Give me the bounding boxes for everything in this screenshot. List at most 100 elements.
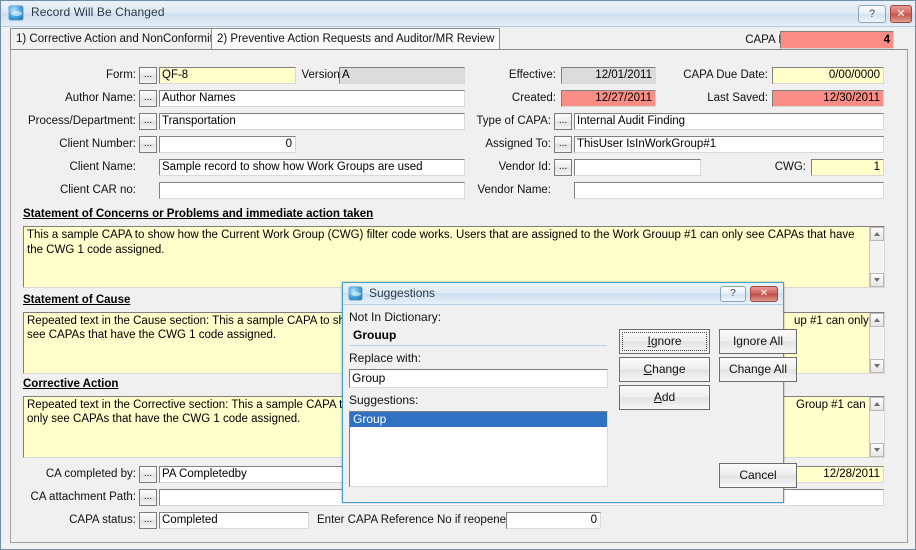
divider <box>349 345 607 346</box>
capa-status-label: CAPA status: <box>51 514 136 526</box>
scroll-up-icon[interactable] <box>870 227 884 241</box>
tab-corrective-action[interactable]: 1) Corrective Action and NonConformity <box>10 28 225 50</box>
scroll-down-icon[interactable] <box>870 273 884 287</box>
statement-of-concerns-textarea[interactable]: This a sample CAPA to show how the Curre… <box>23 226 885 288</box>
suggestions-title-bar: Suggestions ? ✕ <box>343 283 783 305</box>
window-title: Record Will Be Changed <box>31 5 165 19</box>
cwg-field[interactable]: 1 <box>811 159 884 176</box>
author-browse-button[interactable]: ... <box>139 90 157 107</box>
effective-date-field: 12/01/2011 <box>561 67 656 84</box>
form-browse-button[interactable]: ... <box>139 67 157 84</box>
cause-scrollbar[interactable] <box>869 313 884 373</box>
client-car-no-field[interactable] <box>159 182 465 199</box>
app-globe-icon <box>8 5 24 21</box>
client-number-field[interactable]: 0 <box>159 136 296 153</box>
effective-label: Effective: <box>481 69 556 81</box>
record-will-be-changed-window: Record Will Be Changed ? ✕ 1) Corrective… <box>0 0 916 550</box>
version-field: A <box>339 67 465 84</box>
client-name-field[interactable]: Sample record to show how Work Groups ar… <box>159 159 465 176</box>
tab-preventive-action[interactable]: 2) Preventive Action Requests and Audito… <box>211 28 500 50</box>
process-department-label: Process/Department: <box>21 115 136 127</box>
client-number-label: Client Number: <box>51 138 136 150</box>
vendor-id-label: Vendor Id: <box>466 161 551 173</box>
ca-attachment-browse-button[interactable]: ... <box>139 489 157 506</box>
cause-text-line1-left: Repeated text in the Cause section: This… <box>27 314 369 329</box>
author-name-field[interactable]: Author Names <box>159 90 465 107</box>
replace-with-input[interactable]: Group <box>349 369 608 388</box>
form-field[interactable]: QF-8 <box>159 67 296 84</box>
process-department-field[interactable]: Transportation <box>159 113 465 130</box>
close-icon[interactable]: ✕ <box>890 5 912 23</box>
dialog-close-icon[interactable]: ✕ <box>750 286 778 302</box>
assigned-to-label: Assigned To: <box>466 138 551 150</box>
dialog-help-button[interactable]: ? <box>720 286 746 302</box>
ca-attachment-path-label: CA attachment Path: <box>26 491 136 503</box>
corrective-scrollbar[interactable] <box>869 397 884 457</box>
vendor-name-label: Vendor Name: <box>466 184 551 196</box>
type-of-capa-label: Type of CAPA: <box>466 115 551 127</box>
window-title-bar: Record Will Be Changed ? ✕ <box>1 1 915 27</box>
capa-id-field[interactable]: 4 <box>780 31 894 49</box>
capa-due-date-field[interactable]: 0/00/0000 <box>772 67 884 84</box>
ignore-all-button[interactable]: Ignore All <box>719 329 797 354</box>
suggestions-dialog-title: Suggestions <box>369 286 435 300</box>
statement-of-concerns-title: Statement of Concerns or Problems and im… <box>23 208 373 220</box>
client-car-no-label: Client CAR no: <box>56 184 136 196</box>
assigned-to-browse-button[interactable]: ... <box>554 136 572 153</box>
ignore-all-button-label: Ignore All <box>733 330 783 353</box>
change-all-button-label: Change All <box>729 358 787 381</box>
type-of-capa-field[interactable]: Internal Audit Finding <box>574 113 884 130</box>
corrective-text-line2: only see CAPAs that have the CWG 1 code … <box>27 412 300 427</box>
add-button[interactable]: Add <box>619 385 710 410</box>
reopen-reference-label: Enter CAPA Reference No if reopened: <box>317 514 516 526</box>
list-item[interactable]: Group <box>350 412 607 427</box>
ca-completed-by-field[interactable]: PA Completedby <box>159 466 361 483</box>
vendor-id-browse-button[interactable]: ... <box>554 159 572 176</box>
created-date-field: 12/27/2011 <box>561 90 656 107</box>
created-label: Created: <box>481 92 556 104</box>
capa-status-browse-button[interactable]: ... <box>139 512 157 529</box>
scroll-up-icon[interactable] <box>870 397 884 411</box>
ignore-button[interactable]: IIgnoregnore <box>619 329 710 354</box>
corrective-text-line1-left: Repeated text in the Corrective section:… <box>27 398 364 413</box>
suggestions-list[interactable]: Group <box>349 411 608 487</box>
statement-of-cause-title: Statement of Cause <box>23 294 130 306</box>
process-browse-button[interactable]: ... <box>139 113 157 130</box>
not-in-dictionary-label: Not In Dictionary: <box>349 310 441 324</box>
author-name-label: Author Name: <box>51 92 136 104</box>
suggestions-dialog: Suggestions ? ✕ Not In Dictionary: Grouu… <box>342 282 784 503</box>
cwg-label: CWG: <box>756 161 806 173</box>
change-button[interactable]: Change <box>619 357 710 382</box>
version-label: Version: <box>293 69 343 81</box>
concerns-scrollbar[interactable] <box>869 227 884 287</box>
change-all-button[interactable]: Change All <box>719 357 797 382</box>
reopen-reference-field[interactable]: 0 <box>506 512 601 529</box>
assigned-to-field[interactable]: ThisUser IsInWorkGroup#1 <box>574 136 884 153</box>
corrective-action-title: Corrective Action <box>23 378 118 390</box>
scroll-down-icon[interactable] <box>870 359 884 373</box>
scroll-down-icon[interactable] <box>870 443 884 457</box>
cancel-button-label: Cancel <box>739 464 776 487</box>
suggestions-list-label: Suggestions: <box>349 393 418 407</box>
cancel-button[interactable]: Cancel <box>719 463 797 488</box>
replace-with-label: Replace with: <box>349 351 421 365</box>
corrective-text-line1-right: Group #1 can <box>796 398 866 413</box>
ca-completed-by-label: CA completed by: <box>36 468 136 480</box>
client-number-browse-button[interactable]: ... <box>139 136 157 153</box>
help-button[interactable]: ? <box>858 5 886 23</box>
not-in-dictionary-word: Grouup <box>353 328 396 342</box>
scroll-up-icon[interactable] <box>870 313 884 327</box>
capa-due-date-label: CAPA Due Date: <box>658 69 768 81</box>
cause-text-line1-right: up #1 can only <box>794 314 869 329</box>
client-name-label: Client Name: <box>56 161 136 173</box>
ca-completed-browse-button[interactable]: ... <box>139 466 157 483</box>
concerns-text: This a sample CAPA to show how the Curre… <box>27 228 881 257</box>
type-of-capa-browse-button[interactable]: ... <box>554 113 572 130</box>
last-saved-date-field: 12/30/2011 <box>772 90 884 107</box>
form-label: Form: <box>61 69 136 81</box>
vendor-name-field[interactable] <box>574 182 884 199</box>
capa-status-field[interactable]: Completed <box>159 512 309 529</box>
vendor-id-field[interactable] <box>574 159 701 176</box>
cause-text-line2: see CAPAs that have the CWG 1 code assig… <box>27 328 276 343</box>
last-saved-label: Last Saved: <box>658 92 768 104</box>
